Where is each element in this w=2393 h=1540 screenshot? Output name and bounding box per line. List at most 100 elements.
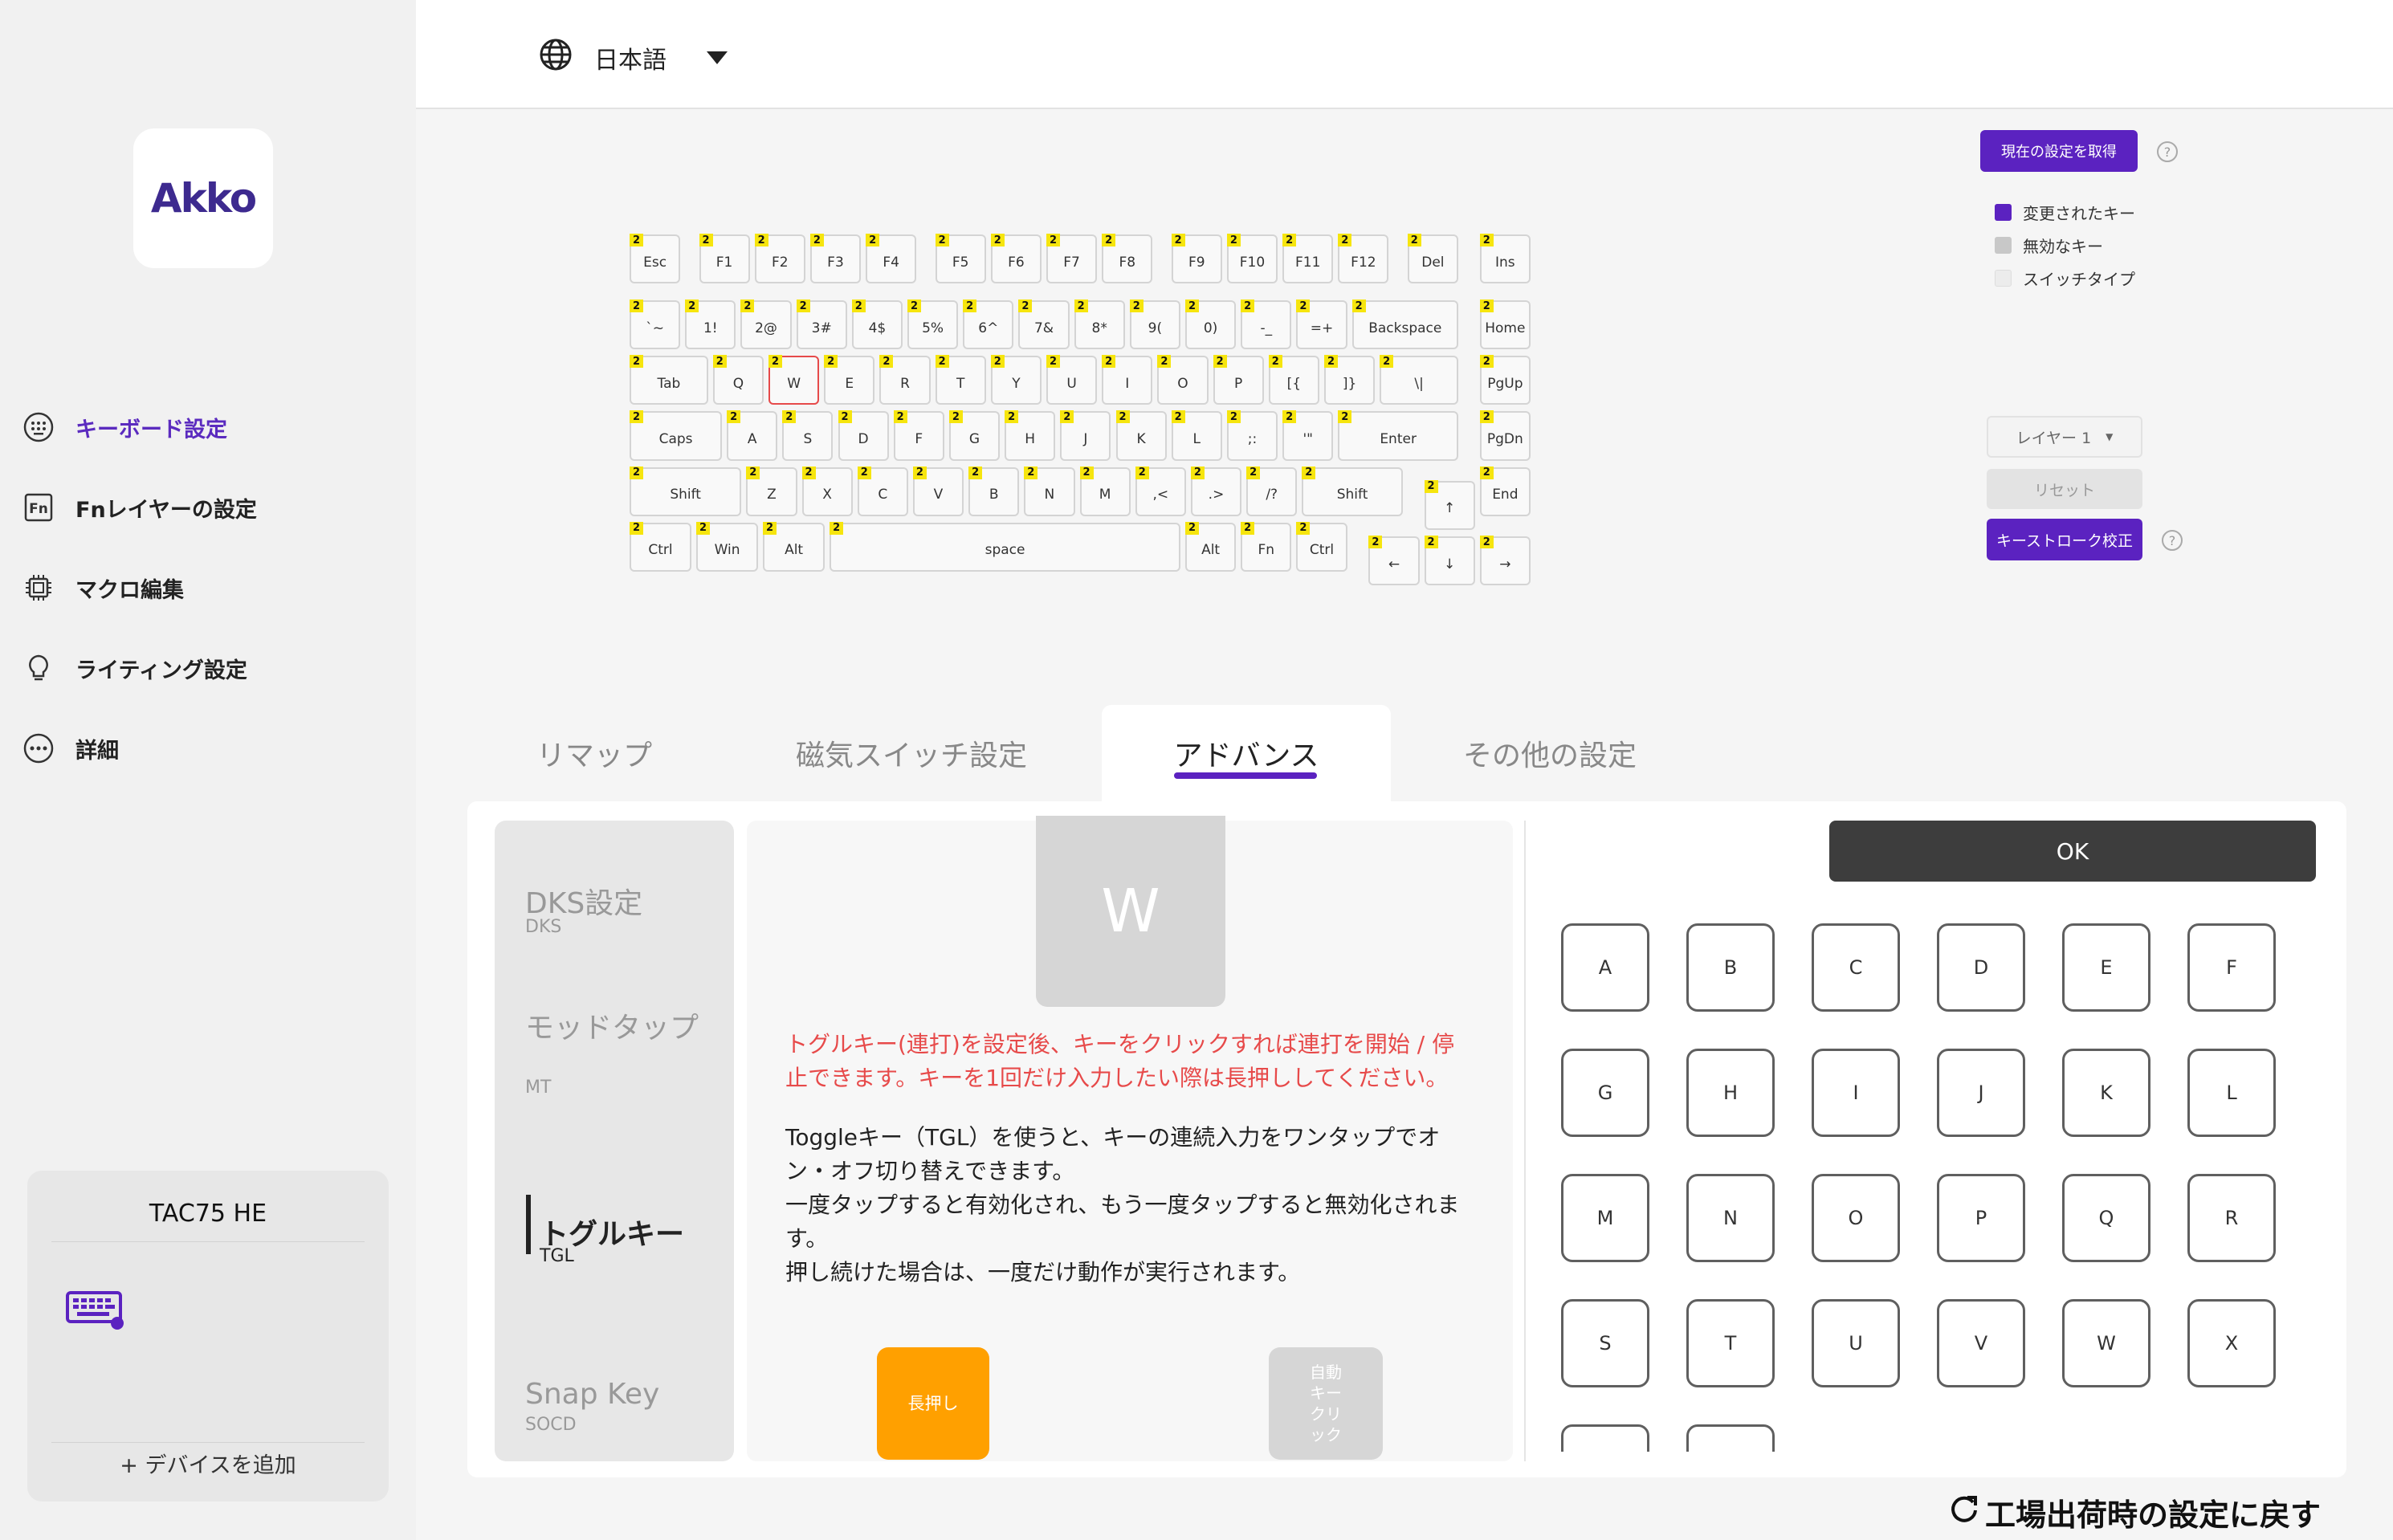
key-win[interactable]: 2 Win [696,521,759,572]
key-f7[interactable]: 2 F7 [1046,234,1098,284]
key-[interactable]: 2 ← [1368,536,1420,586]
key-pgup[interactable]: 2 PgUp [1479,355,1531,405]
key-g[interactable]: 2G [948,410,1001,461]
key-[interactable]: 2]} [1324,355,1376,405]
reset-button[interactable]: リセット [1987,469,2142,509]
key-5[interactable]: 2 5% [907,299,959,350]
key-s[interactable]: 2S [782,410,834,461]
key-9[interactable]: 2 9( [1129,299,1180,350]
picker-key-j[interactable]: J [1937,1049,2025,1137]
submenu-modtap[interactable]: モッドタップ MT [495,981,734,1098]
picker-key-l[interactable]: L [2187,1049,2276,1137]
key-esc[interactable]: 2 Esc [630,234,681,284]
key-[interactable]: 2 \| [1380,355,1458,405]
key-f4[interactable]: 2 F4 [866,234,917,284]
key-f10[interactable]: 2 F10 [1226,234,1278,284]
long-press-button[interactable]: 長押し [877,1347,989,1460]
picker-key-a[interactable]: A [1561,923,1649,1012]
key-pgdn[interactable]: 2 PgDn [1479,410,1531,461]
submenu-dks[interactable]: DKS設定 DKS [495,861,734,937]
key-[interactable]: 2 '" [1282,410,1334,461]
key-2[interactable]: 2 2@ [740,299,792,350]
key-ctrl[interactable]: 2 Ctrl [630,521,692,572]
nav-macro[interactable]: マクロ編集 [21,564,184,612]
tab-advanced[interactable]: アドバンス [1102,705,1391,801]
key-f8[interactable]: 2 F8 [1102,234,1153,284]
key-z[interactable]: 2Z [746,466,797,516]
key-f[interactable]: 2F [893,410,944,461]
key-0[interactable]: 2 0) [1185,299,1237,350]
key-8[interactable]: 2 8* [1074,299,1125,350]
tab-remap[interactable]: リマップ [498,705,691,801]
key-end[interactable]: 2 End [1479,466,1531,516]
picker-key-y[interactable]: Y [1561,1424,1649,1452]
key-p[interactable]: 2P [1213,355,1264,405]
key-o[interactable]: 2O [1157,355,1209,405]
key-[interactable]: 2 ,< [1135,466,1186,516]
key-[interactable]: 2 =+ [1296,299,1347,350]
picker-key-h[interactable]: H [1686,1049,1775,1137]
key-i[interactable]: 2I [1102,355,1153,405]
get-current-settings-button[interactable]: 現在の設定を取得 [1980,130,2138,172]
key-enter[interactable]: 2 Enter [1338,410,1458,461]
picker-key-o[interactable]: O [1812,1174,1900,1262]
key-b[interactable]: 2B [968,466,1020,516]
picker-key-m[interactable]: M [1561,1174,1649,1262]
key-x[interactable]: 2X [801,466,853,516]
language-selector[interactable]: 日本語 [538,37,728,79]
nav-keyboard-settings[interactable]: キーボード設定 [21,403,227,451]
picker-key-d[interactable]: D [1937,923,2025,1012]
key-f1[interactable]: 2 F1 [699,234,750,284]
picker-key-t[interactable]: T [1686,1299,1775,1387]
key-v[interactable]: 2V [912,466,964,516]
picker-key-g[interactable]: G [1561,1049,1649,1137]
key-k[interactable]: 2K [1115,410,1167,461]
key-6[interactable]: 2 6^ [963,299,1014,350]
picker-key-b[interactable]: B [1686,923,1775,1012]
key-t[interactable]: 2T [935,355,986,405]
picker-key-v[interactable]: V [1937,1299,2025,1387]
key-[interactable]: 2 ↑ [1424,479,1475,531]
key-f5[interactable]: 2 F5 [935,234,986,284]
nav-lighting[interactable]: ライティング設定 [21,644,247,692]
key-d[interactable]: 2D [838,410,889,461]
picker-key-p[interactable]: P [1937,1174,2025,1262]
key-h[interactable]: 2H [1005,410,1056,461]
key-4[interactable]: 2 4$ [851,299,903,350]
key-w[interactable]: 2W [768,355,820,405]
key-caps[interactable]: 2 Caps [630,410,723,461]
picker-key-k[interactable]: K [2062,1049,2150,1137]
key-a[interactable]: 2A [727,410,778,461]
key-[interactable]: 2 → [1479,536,1531,586]
key-[interactable]: 2 .> [1190,466,1242,516]
picker-key-i[interactable]: I [1812,1049,1900,1137]
key-3[interactable]: 2 3# [796,299,847,350]
key-ins[interactable]: 2 Ins [1479,234,1531,284]
key-f3[interactable]: 2 F3 [809,234,862,284]
key-tab[interactable]: 2 Tab [630,355,708,405]
key-j[interactable]: 2J [1060,410,1111,461]
key-f2[interactable]: 2 F2 [754,234,805,284]
help-icon[interactable]: ? [2162,530,2183,551]
key-[interactable]: 2 -_ [1241,299,1292,350]
key-n[interactable]: 2N [1024,466,1075,516]
key-e[interactable]: 2E [824,355,875,405]
picker-key-s[interactable]: S [1561,1299,1649,1387]
key-m[interactable]: 2M [1079,466,1131,516]
key-alt[interactable]: 2 Alt [1185,521,1237,572]
key-u[interactable]: 2U [1046,355,1098,405]
key-shift[interactable]: 2 Shift [1302,466,1403,516]
auto-key-click-button[interactable]: 自動キークリック [1269,1347,1383,1460]
key-f11[interactable]: 2 F11 [1282,234,1334,284]
key-ctrl[interactable]: 2 Ctrl [1296,521,1347,572]
picker-key-r[interactable]: R [2187,1174,2276,1262]
key-home[interactable]: 2 Home [1479,299,1531,350]
picker-key-c[interactable]: C [1812,923,1900,1012]
keystroke-calibration-button[interactable]: キーストローク校正 [1987,519,2142,560]
key-shift[interactable]: 2 Shift [630,466,742,516]
key-fn[interactable]: 2 Fn [1241,521,1292,572]
key-c[interactable]: 2C [857,466,908,516]
device-card[interactable]: TAC75 HE + デバイスを追加 [27,1171,389,1501]
picker-key-f[interactable]: F [2187,923,2276,1012]
key-[interactable]: 2 [{ [1268,355,1319,405]
